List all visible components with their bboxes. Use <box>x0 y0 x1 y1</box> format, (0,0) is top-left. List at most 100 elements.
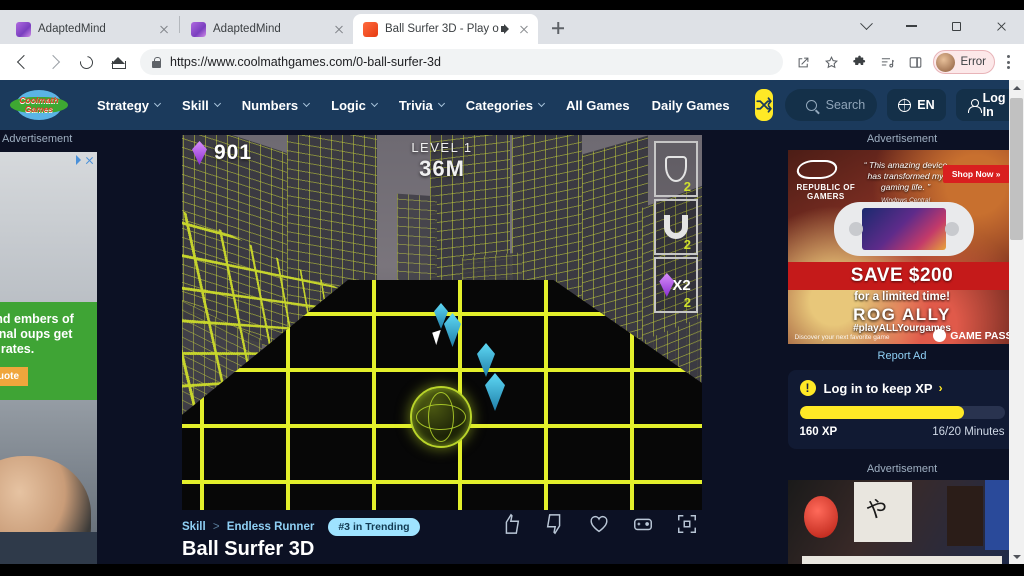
game-title: Ball Surfer 3D <box>182 538 314 561</box>
double-diamonds-powerup[interactable]: X2 2 <box>654 257 698 313</box>
nav-item-daily-games[interactable]: Daily Games <box>641 98 741 113</box>
ad-choices-icon[interactable] <box>76 155 94 165</box>
shuffle-button[interactable] <box>755 89 773 121</box>
scroll-down-button[interactable] <box>1009 549 1024 564</box>
game-pass-label: GAME PASS <box>950 330 1012 342</box>
game-pass-badge: GAME PASS <box>933 329 1012 342</box>
nav-item-logic[interactable]: Logic <box>320 98 388 113</box>
nav-item-trivia[interactable]: Trivia <box>388 98 455 113</box>
handheld-device-image <box>834 202 974 256</box>
ad-whitebar <box>802 556 1002 564</box>
ad-sign: や <box>854 482 912 542</box>
side-panel-icon[interactable] <box>902 49 928 75</box>
home-button[interactable] <box>104 48 132 76</box>
rog-logo: REPUBLIC OF GAMERS <box>797 160 856 201</box>
close-tab-icon[interactable] <box>516 21 532 37</box>
extensions-puzzle-icon[interactable] <box>846 49 872 75</box>
magnet-powerup[interactable]: 2 <box>654 199 698 255</box>
xp-panel[interactable]: ! Log in to keep XP › 160 XP 16/20 Minut… <box>788 370 1017 449</box>
magnet-icon <box>664 215 688 239</box>
shop-now-button[interactable]: Shop Now » <box>943 165 1010 183</box>
nav-label: Numbers <box>242 98 298 113</box>
search-input[interactable]: Search <box>785 89 878 121</box>
ad-quote-text: “ This amazing device has transformed my… <box>864 160 948 192</box>
kebab-menu-icon[interactable] <box>998 52 1018 72</box>
lock-icon <box>152 57 161 68</box>
minimize-button[interactable] <box>889 10 934 42</box>
nav-item-skill[interactable]: Skill <box>171 98 231 113</box>
browser-tab-1[interactable]: AdaptedMind <box>6 14 178 44</box>
url-text: https://www.coolmathgames.com/0-ball-sur… <box>170 55 441 69</box>
breadcrumb-subcategory[interactable]: Endless Runner <box>227 521 315 533</box>
reading-list-icon[interactable] <box>874 49 900 75</box>
left-ad-column: Advertisement umni and embers of ofessio… <box>0 130 150 564</box>
double-diamonds-icon: X2 <box>661 273 690 297</box>
left-ad-text: umni and embers of ofessional oups get e… <box>0 312 89 357</box>
browser-tab-2[interactable]: AdaptedMind <box>181 14 353 44</box>
scroll-up-button[interactable] <box>1009 80 1024 95</box>
breadcrumb-category[interactable]: Skill <box>182 521 206 533</box>
profile-avatar <box>936 53 955 72</box>
rog-brand-line-1: REPUBLIC OF <box>797 183 856 192</box>
search-icon <box>806 100 817 111</box>
coolmath-favicon <box>363 22 378 37</box>
close-window-button[interactable] <box>979 10 1024 42</box>
bookmark-star-icon[interactable] <box>818 49 844 75</box>
letterbox-top <box>0 0 1024 10</box>
level-distance-hud: LEVEL 1 36M <box>182 140 702 182</box>
right-ad-label: Advertisement <box>780 130 1024 150</box>
nav-label: Trivia <box>399 98 433 113</box>
nav-label: Strategy <box>97 98 149 113</box>
language-selector[interactable]: EN <box>887 89 945 121</box>
close-tab-icon[interactable] <box>156 21 172 37</box>
close-tab-icon[interactable] <box>331 21 347 37</box>
game-canvas[interactable]: 901 LEVEL 1 36M 2 2 X2 2 <box>182 135 702 510</box>
forward-button[interactable] <box>40 48 68 76</box>
address-bar[interactable]: https://www.coolmathgames.com/0-ball-sur… <box>140 49 783 75</box>
thumbs-down-icon[interactable] <box>544 513 566 540</box>
tab-separator <box>179 16 180 33</box>
nav-item-strategy[interactable]: Strategy <box>86 98 171 113</box>
chevron-down-icon <box>371 100 378 107</box>
browser-tab-3-active[interactable]: Ball Surfer 3D - Play online <box>353 14 538 44</box>
product-name: ROG ALLY <box>788 305 1017 325</box>
xp-progress-bar <box>800 406 1005 419</box>
nav-item-numbers[interactable]: Numbers <box>231 98 320 113</box>
bottom-advertisement[interactable]: や <box>788 480 1017 564</box>
thumbs-up-icon[interactable] <box>500 513 522 540</box>
xp-progress-fill <box>800 406 964 419</box>
shield-powerup[interactable]: 2 <box>654 141 698 197</box>
new-tab-button[interactable] <box>544 14 572 42</box>
profile-button[interactable]: Error <box>933 50 995 74</box>
gamepad-icon[interactable] <box>632 513 654 540</box>
left-advertisement[interactable]: umni and embers of ofessional oups get e… <box>0 152 97 564</box>
nav-label: Skill <box>182 98 209 113</box>
web-page: Coolmath Games Strategy Skill Numbers Lo… <box>0 80 1024 564</box>
page-scrollbar[interactable] <box>1009 80 1024 564</box>
rog-ally-advertisement[interactable]: REPUBLIC OF GAMERS “ This amazing device… <box>788 150 1017 344</box>
report-ad-link[interactable]: Report Ad <box>780 344 1024 370</box>
tab-title: Ball Surfer 3D - Play online <box>385 23 499 35</box>
warning-icon: ! <box>800 380 816 396</box>
back-button[interactable] <box>8 48 36 76</box>
save-headline: SAVE $200 <box>851 265 953 287</box>
xp-footer: 160 XP 16/20 Minutes <box>800 426 1005 438</box>
bottom-ad-label: Advertisement <box>780 449 1024 480</box>
heart-icon[interactable] <box>588 513 610 540</box>
tab-audio-icon[interactable] <box>499 22 513 36</box>
tab-search-icon[interactable] <box>844 10 889 42</box>
coolmath-games-logo[interactable]: Coolmath Games <box>10 88 68 122</box>
ad-discover-text: Discover your next favorite game <box>795 334 890 341</box>
nav-item-all-games[interactable]: All Games <box>555 98 641 113</box>
maximize-button[interactable] <box>934 10 979 42</box>
reload-button[interactable] <box>72 48 100 76</box>
fullscreen-icon[interactable] <box>676 513 698 540</box>
chevron-down-icon <box>214 100 221 107</box>
xbox-icon <box>933 329 946 342</box>
get-a-quote-button[interactable]: Get a quote <box>0 367 28 386</box>
nav-label: Categories <box>466 98 533 113</box>
browser-window: AdaptedMind AdaptedMind Ball Surfer 3D -… <box>0 0 1024 576</box>
share-icon[interactable] <box>790 49 816 75</box>
scrollbar-thumb[interactable] <box>1010 98 1023 240</box>
nav-item-categories[interactable]: Categories <box>455 98 555 113</box>
